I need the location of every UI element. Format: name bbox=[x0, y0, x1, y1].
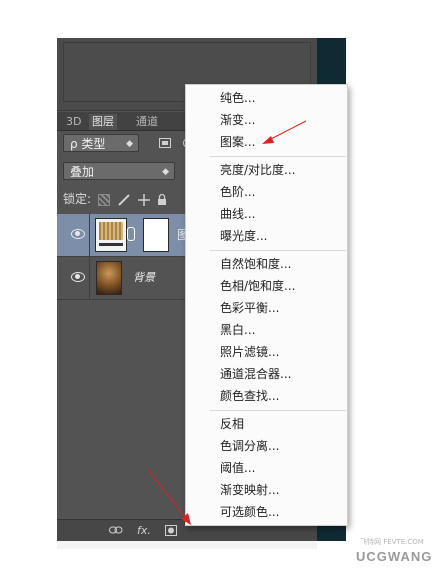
watermark-subtext: 飞特网 FEVTE.COM bbox=[360, 538, 424, 546]
annotation-arrow-bottom bbox=[147, 469, 187, 519]
watermark-logo: 飞特网 FEVTE.COM UCGWANG bbox=[342, 537, 436, 573]
annotation-overlay bbox=[147, 120, 307, 525]
watermark-text: UCGWANG bbox=[356, 549, 433, 564]
annotation-arrowhead-bottom bbox=[181, 513, 191, 525]
annotation-arrow-top bbox=[268, 120, 307, 141]
annotation-arrowhead-top bbox=[262, 136, 274, 144]
